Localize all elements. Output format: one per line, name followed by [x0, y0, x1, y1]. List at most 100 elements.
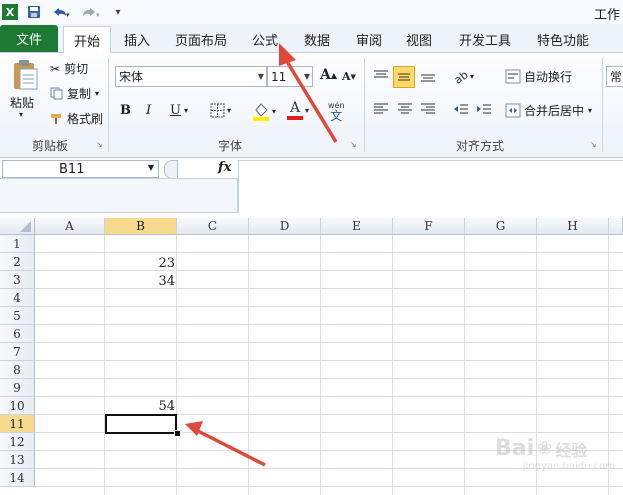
select-all-button[interactable]: [0, 218, 35, 235]
underline-button[interactable]: U: [170, 103, 181, 118]
font-launcher-icon[interactable]: ↘: [350, 140, 357, 149]
phonetic-guide-button[interactable]: wén 文: [328, 101, 345, 123]
align-center-button[interactable]: [396, 102, 414, 116]
cut-button[interactable]: ✂ 剪切: [50, 60, 88, 77]
alignment-launcher-icon[interactable]: ↘: [590, 140, 597, 149]
row-header-7[interactable]: 7: [0, 343, 35, 361]
grow-font-label: A: [320, 67, 331, 83]
selected-cell-b11[interactable]: [105, 414, 177, 434]
grid-row-line: [35, 342, 623, 343]
number-format-value: 常: [610, 70, 623, 84]
column-header-g[interactable]: G: [465, 218, 537, 235]
borders-button[interactable]: ▾: [210, 103, 231, 118]
column-header-h[interactable]: H: [537, 218, 609, 235]
font-color-button[interactable]: A ▾: [287, 101, 309, 120]
align-left-button[interactable]: [372, 102, 390, 116]
row-header-9[interactable]: 9: [0, 379, 35, 397]
align-top-button[interactable]: [372, 68, 390, 84]
wrap-text-label: 自动换行: [524, 70, 573, 84]
row-header-14[interactable]: 14: [0, 469, 35, 487]
font-name-select[interactable]: 宋体 ▼: [115, 66, 267, 87]
align-right-icon: [419, 102, 437, 116]
formula-bar-resize-handle[interactable]: [164, 160, 178, 179]
tab-file[interactable]: 文件: [0, 25, 58, 52]
scissors-icon: ✂: [50, 61, 61, 76]
save-icon[interactable]: [26, 4, 42, 20]
row-header-4[interactable]: 4: [0, 289, 35, 307]
cell-b3[interactable]: 34: [105, 274, 175, 289]
phonetic-label: 文: [330, 109, 343, 123]
paste-button[interactable]: 粘贴: [10, 94, 34, 111]
column-header-a[interactable]: A: [35, 218, 105, 235]
formula-input[interactable]: [238, 160, 623, 213]
svg-text:▾: ▾: [96, 11, 100, 19]
grid-column-line: [392, 235, 393, 495]
merge-center-button[interactable]: 合并后居中 ▾: [505, 102, 592, 119]
font-color-letter: A: [289, 100, 301, 116]
row-header-11[interactable]: 11: [0, 415, 35, 433]
excel-logo-icon[interactable]: X: [2, 4, 18, 20]
tab-review[interactable]: 审阅: [348, 27, 390, 52]
row-header-1[interactable]: 1: [0, 235, 35, 253]
redo-icon[interactable]: ▾: [80, 4, 102, 20]
row-header-2[interactable]: 2: [0, 253, 35, 271]
row-header-13[interactable]: 13: [0, 451, 35, 469]
shrink-font-label: A: [342, 70, 351, 83]
fill-color-button[interactable]: ▾: [252, 101, 276, 121]
row-header-12[interactable]: 12: [0, 433, 35, 451]
tab-home[interactable]: 开始: [63, 26, 111, 53]
grow-font-button[interactable]: A ▲: [320, 67, 337, 83]
tab-developer[interactable]: 开发工具: [450, 27, 520, 52]
number-format-select[interactable]: 常: [606, 66, 623, 87]
column-header-c[interactable]: C: [177, 218, 249, 235]
align-bottom-icon: [419, 68, 437, 84]
name-box[interactable]: B11 ▼: [2, 160, 159, 178]
font-size-select[interactable]: 11 ▼: [267, 66, 313, 87]
paste-dropdown-icon[interactable]: ▾: [19, 110, 23, 119]
align-bottom-button[interactable]: [419, 68, 437, 84]
insert-function-button[interactable]: fx: [218, 160, 231, 175]
tab-special-features[interactable]: 特色功能: [530, 27, 596, 52]
decrease-indent-button[interactable]: [452, 102, 470, 116]
tab-data[interactable]: 数据: [296, 27, 338, 52]
shrink-font-button[interactable]: A ▼: [342, 70, 356, 83]
row-header-6[interactable]: 6: [0, 325, 35, 343]
column-header-f[interactable]: F: [393, 218, 465, 235]
merge-center-label: 合并后居中: [524, 104, 585, 118]
format-painter-button[interactable]: 格式刷: [50, 110, 103, 127]
tab-page-layout[interactable]: 页面布局: [168, 27, 234, 52]
grid-row-line: [35, 396, 623, 397]
row-header-8[interactable]: 8: [0, 361, 35, 379]
underline-dropdown-icon[interactable]: ▾: [184, 106, 188, 115]
cell-b2[interactable]: 23: [105, 256, 175, 271]
format-painter-label: 格式刷: [67, 112, 104, 126]
tab-view[interactable]: 视图: [398, 27, 440, 52]
column-header-b[interactable]: B: [105, 218, 177, 235]
orientation-button[interactable]: ab ▾: [452, 68, 474, 84]
wrap-text-button[interactable]: 自动换行: [505, 68, 572, 85]
undo-icon[interactable]: ▾: [50, 4, 72, 20]
fill-handle[interactable]: [174, 430, 181, 437]
clipboard-launcher-icon[interactable]: ↘: [96, 140, 103, 149]
column-header-partial[interactable]: [609, 218, 623, 235]
column-header-d[interactable]: D: [249, 218, 321, 235]
tab-insert[interactable]: 插入: [116, 27, 158, 52]
paint-bucket-icon: [252, 101, 270, 121]
align-right-button[interactable]: [419, 102, 437, 116]
clipboard-icon[interactable]: [8, 58, 42, 92]
bold-button[interactable]: B: [120, 103, 131, 118]
copy-button[interactable]: 复制 ▾: [50, 85, 99, 102]
row-header-3[interactable]: 3: [0, 271, 35, 289]
window-title: 工作: [593, 8, 620, 23]
row-header-10[interactable]: 10: [0, 397, 35, 415]
customize-qat-icon[interactable]: ▾: [112, 4, 124, 20]
increase-indent-button[interactable]: [475, 102, 493, 116]
tab-formulas[interactable]: 公式: [244, 27, 286, 52]
italic-button[interactable]: I: [146, 103, 151, 118]
column-header-e[interactable]: E: [321, 218, 393, 235]
group-divider: [108, 58, 109, 152]
align-middle-button[interactable]: [393, 66, 415, 88]
cell-b10[interactable]: 54: [105, 399, 175, 414]
row-header-5[interactable]: 5: [0, 307, 35, 325]
watermark-brand: Bai: [495, 436, 535, 461]
